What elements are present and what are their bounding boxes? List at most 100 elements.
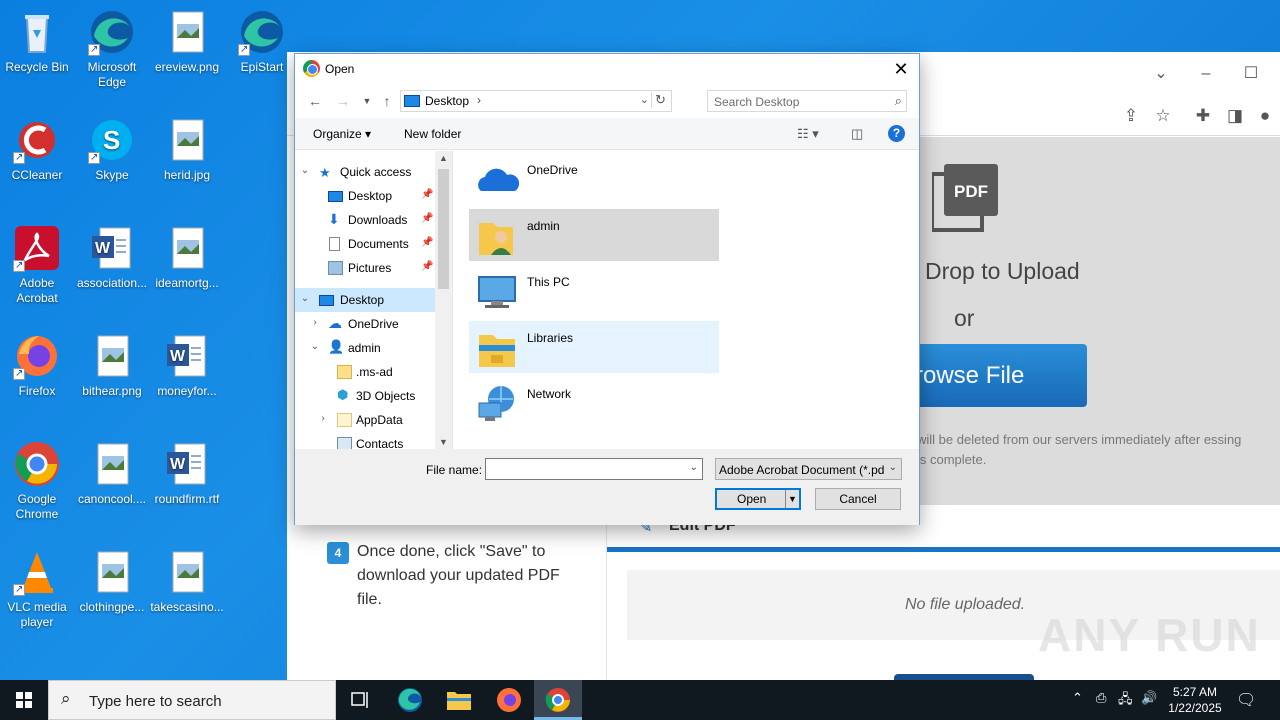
chevron-down-icon[interactable]: ⌄ <box>889 462 897 473</box>
chevron-up-icon[interactable]: ⌃ <box>1072 690 1083 706</box>
scrollbar-thumb[interactable] <box>438 169 449 289</box>
image-file[interactable]: herid.jpg <box>150 116 224 183</box>
open-button[interactable]: Open ▼ <box>715 488 801 510</box>
refresh-icon[interactable]: ↻ <box>651 92 669 108</box>
list-item-onedrive[interactable]: OneDrive <box>469 153 719 205</box>
chevron-down-icon[interactable]: ⌄ <box>690 462 698 473</box>
image-file[interactable]: canoncool.... <box>75 440 149 507</box>
item-label: admin <box>527 219 560 233</box>
tree-item-documents[interactable]: Documents 📌 <box>295 232 435 256</box>
open-options-dropdown[interactable]: ▼ <box>785 490 799 508</box>
tree-item-downloads[interactable]: ⬇ Downloads 📌 <box>295 208 435 232</box>
chevron-down-icon[interactable]: ⌄ <box>309 341 321 352</box>
taskbar-file-explorer[interactable] <box>435 680 483 720</box>
ccleaner-shortcut[interactable]: CCleaner <box>0 116 74 183</box>
view-options-icon[interactable]: ☷ ▾ <box>797 126 819 142</box>
tree-item-quick-access[interactable]: ⌄ ★ Quick access <box>295 160 435 184</box>
chevron-down-icon[interactable]: ⌄ <box>299 165 311 176</box>
scroll-down-icon[interactable]: ▼ <box>435 437 452 447</box>
nav-pane-scrollbar[interactable]: ▲ ▼ <box>435 151 452 449</box>
system-clock[interactable]: 5:27 AM 1/22/2025 <box>1160 684 1230 716</box>
address-location[interactable]: Desktop <box>425 94 469 108</box>
pin-icon: 📌 <box>421 261 434 272</box>
image-file[interactable]: bithear.png <box>75 332 149 399</box>
adobe-acrobat-shortcut[interactable]: Adobe Acrobat <box>0 224 74 306</box>
share-icon[interactable]: ⇪ <box>1117 102 1145 130</box>
organize-button[interactable]: Organize ▾ <box>313 127 371 141</box>
tree-item-pictures[interactable]: Pictures 📌 <box>295 256 435 280</box>
image-file[interactable]: ereview.png <box>150 8 224 75</box>
profile-icon[interactable]: ● <box>1251 102 1279 130</box>
image-file[interactable]: clothingpe... <box>75 548 149 615</box>
list-item-admin[interactable]: admin <box>469 209 719 261</box>
image-file[interactable]: ideamortg... <box>150 224 224 291</box>
new-folder-button[interactable]: New folder <box>404 127 461 141</box>
word-doc-file[interactable]: W moneyfor... <box>150 332 224 399</box>
search-input[interactable]: Search Desktop ⌕ <box>707 90 907 112</box>
tree-item-appdata[interactable]: › AppData <box>295 408 435 432</box>
word-doc-file[interactable]: W association... <box>75 224 149 291</box>
chevron-down-icon[interactable]: ⌄ <box>299 293 311 304</box>
network-icon[interactable]: 🖧 <box>1118 690 1133 712</box>
maximize-button[interactable]: ☐ <box>1237 60 1265 88</box>
skype-shortcut[interactable]: S Skype <box>75 116 149 183</box>
address-bar[interactable]: Desktop › ⌄ ↻ <box>400 90 672 112</box>
image-file[interactable]: takescasino... <box>150 548 224 615</box>
file-type-select[interactable]: Adobe Acrobat Document (*.pdf) ⌄ <box>715 458 902 480</box>
google-chrome-shortcut[interactable]: Google Chrome <box>0 440 74 522</box>
preview-pane-icon[interactable]: ◫ <box>851 126 863 142</box>
help-icon[interactable]: ? <box>888 125 905 142</box>
volume-icon[interactable]: 🔊 <box>1141 690 1157 706</box>
file-name-input[interactable]: ⌄ <box>485 458 703 480</box>
folder-icon <box>447 692 471 710</box>
tree-item-admin[interactable]: ⌄ 👤 admin <box>295 336 435 360</box>
browse-file-button[interactable]: rowse File <box>907 344 1087 407</box>
list-item-libraries[interactable]: Libraries <box>469 321 719 373</box>
tree-item-3d-objects[interactable]: ⬢ 3D Objects <box>295 384 435 408</box>
list-item-this-pc[interactable]: This PC <box>469 265 719 317</box>
taskbar-search-box[interactable]: ⌕ Type here to search <box>48 680 336 720</box>
taskbar-edge[interactable] <box>386 680 434 720</box>
edge-shortcut[interactable]: Microsoft Edge <box>75 8 149 90</box>
rtf-file[interactable]: W roundfirm.rtf <box>150 440 224 507</box>
up-arrow-icon[interactable]: ↑ <box>377 91 397 111</box>
edge-icon <box>398 688 422 712</box>
folder-icon <box>337 413 352 427</box>
tree-label: Pictures <box>348 261 392 275</box>
tree-item-desktop-pinned[interactable]: Desktop 📌 <box>295 184 435 208</box>
cancel-button[interactable]: Cancel <box>815 488 901 510</box>
sidepanel-icon[interactable]: ◨ <box>1221 102 1249 130</box>
notification-icon[interactable]: 🗨 <box>1236 690 1256 710</box>
extensions-icon[interactable]: ✚ <box>1189 102 1217 130</box>
chevron-right-icon[interactable]: › <box>477 93 481 107</box>
scroll-up-icon[interactable]: ▲ <box>435 153 452 163</box>
tree-item-onedrive[interactable]: › ☁ OneDrive <box>295 312 435 336</box>
minimize-button[interactable]: – <box>1192 60 1220 88</box>
back-arrow-icon[interactable]: ← <box>305 91 325 111</box>
firefox-shortcut[interactable]: Firefox <box>0 332 74 399</box>
taskbar-chrome[interactable] <box>534 680 582 720</box>
list-item-network[interactable]: Network <box>469 377 719 429</box>
taskbar-firefox[interactable] <box>485 680 533 720</box>
chevron-right-icon[interactable]: › <box>317 413 329 424</box>
task-view-button[interactable] <box>336 680 384 720</box>
tree-item-desktop[interactable]: ⌄ Desktop <box>295 288 435 312</box>
start-button[interactable] <box>0 680 48 720</box>
image-file-icon <box>88 440 136 488</box>
forward-arrow-icon[interactable]: → <box>333 91 353 111</box>
device-icon[interactable]: ⎙ <box>1096 690 1106 706</box>
star-icon[interactable]: ☆ <box>1149 102 1177 130</box>
vlc-shortcut[interactable]: VLC media player <box>0 548 74 630</box>
recent-locations-icon[interactable]: ▼ <box>357 91 377 111</box>
chevron-right-icon[interactable]: › <box>309 317 321 328</box>
tree-item-contacts[interactable]: Contacts <box>295 432 435 449</box>
recycle-bin-shortcut[interactable]: Recycle Bin <box>0 8 74 75</box>
chevron-down-icon[interactable]: ⌄ <box>1147 60 1175 88</box>
close-icon[interactable]: ✕ <box>889 57 913 81</box>
navigation-bar: ← → ▼ ↑ Desktop › ⌄ ↻ Search Desktop ⌕ <box>295 86 919 116</box>
chevron-down-icon[interactable]: ⌄ <box>640 93 649 106</box>
tree-item-ms-ad[interactable]: .ms-ad <box>295 360 435 384</box>
shortcut-arrow-icon <box>13 150 25 165</box>
pin-icon: 📌 <box>421 237 434 248</box>
image-file-icon <box>163 8 211 56</box>
